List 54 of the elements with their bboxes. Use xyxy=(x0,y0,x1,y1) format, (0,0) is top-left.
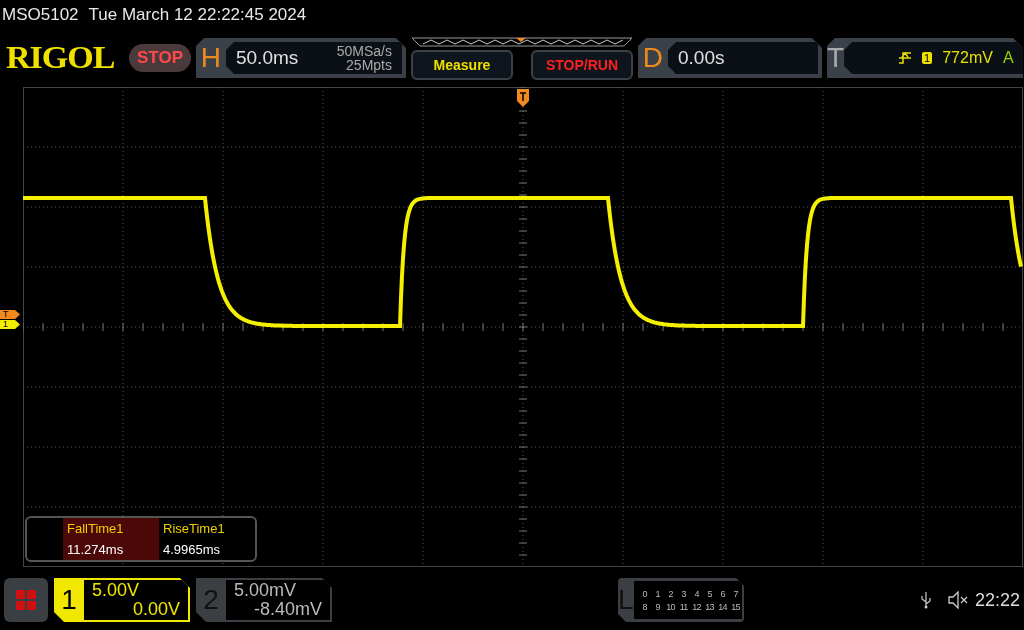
clock-time: 22:22 xyxy=(974,589,1020,611)
trigger-mode: A xyxy=(1002,49,1014,67)
delay-value: 0.00s xyxy=(678,47,725,69)
sample-rate: 50MSa/s xyxy=(336,44,392,58)
delay-panel[interactable]: D 0.00s xyxy=(638,38,822,78)
model-name: MSO5102 xyxy=(2,5,79,25)
measurement-name: FallTime1 xyxy=(67,521,125,536)
rising-edge-icon xyxy=(898,51,913,65)
brand-logo: RIGOL xyxy=(5,40,116,76)
logic-channel-number: 6 xyxy=(720,588,725,599)
menu-button[interactable] xyxy=(4,578,48,622)
channel-scale: 5.00V xyxy=(92,581,141,600)
measurement-name: RiseTime1 xyxy=(163,521,226,536)
logic-channel-number: 12 xyxy=(692,601,701,612)
logic-channel-number: 7 xyxy=(733,588,738,599)
logic-channel-number: 3 xyxy=(681,588,686,599)
channel-offset: 0.00V xyxy=(132,600,180,619)
memory-depth: 25Mpts xyxy=(346,58,392,72)
trigger-source-badge: 1 xyxy=(922,52,933,64)
channel-panel[interactable]: 1 5.00V 0.00V xyxy=(54,578,190,622)
waveform-overview-icon xyxy=(411,36,633,47)
channel-scale: 5.00mV xyxy=(234,581,298,600)
delay-letter: D xyxy=(641,42,665,74)
timebase-value: 50.0ms xyxy=(236,47,299,69)
horizontal-letter: H xyxy=(199,42,223,74)
logic-channel-number: 0 xyxy=(642,588,647,599)
trigger-level: 772mV xyxy=(942,49,993,67)
channel-number: 1 xyxy=(60,584,78,616)
measure-button[interactable]: Measure xyxy=(411,49,513,80)
channel-offset: -8.40mV xyxy=(253,600,322,619)
logic-channel-number: 15 xyxy=(731,601,740,612)
logic-channel-number: 2 xyxy=(668,588,673,599)
trigger-level-marker: T xyxy=(0,310,20,319)
logic-channel-number: 13 xyxy=(705,601,714,612)
logic-channel-number: 9 xyxy=(655,601,660,612)
logic-channel-number: 1 xyxy=(655,588,660,599)
logic-channel-number: 8 xyxy=(642,601,647,612)
measurement-value: 11.274ms xyxy=(67,542,125,557)
grid-menu-icon xyxy=(15,589,37,611)
horizontal-panel[interactable]: H 50.0ms 50MSa/s 25Mpts xyxy=(196,38,406,78)
logic-channel-number: 11 xyxy=(679,601,688,612)
logic-channel-number: 5 xyxy=(707,588,712,599)
stop-run-button[interactable]: STOP/RUN xyxy=(531,49,633,80)
trigger-position-icon xyxy=(517,89,529,107)
channel-marker: 1 xyxy=(0,320,20,329)
logic-channel-number: 10 xyxy=(666,601,675,612)
trigger-letter: T xyxy=(827,42,845,74)
trigger-panel[interactable]: T 1 772mV A xyxy=(827,38,1023,78)
date-time: Tue March 12 22:22:45 2024 xyxy=(88,5,307,25)
measurement-value: 4.9965ms xyxy=(163,542,222,557)
usb-icon xyxy=(920,591,931,609)
logic-channel-number: 4 xyxy=(694,588,699,599)
run-state-indicator: STOP xyxy=(129,44,191,72)
logic-channel-number: 14 xyxy=(718,601,727,612)
